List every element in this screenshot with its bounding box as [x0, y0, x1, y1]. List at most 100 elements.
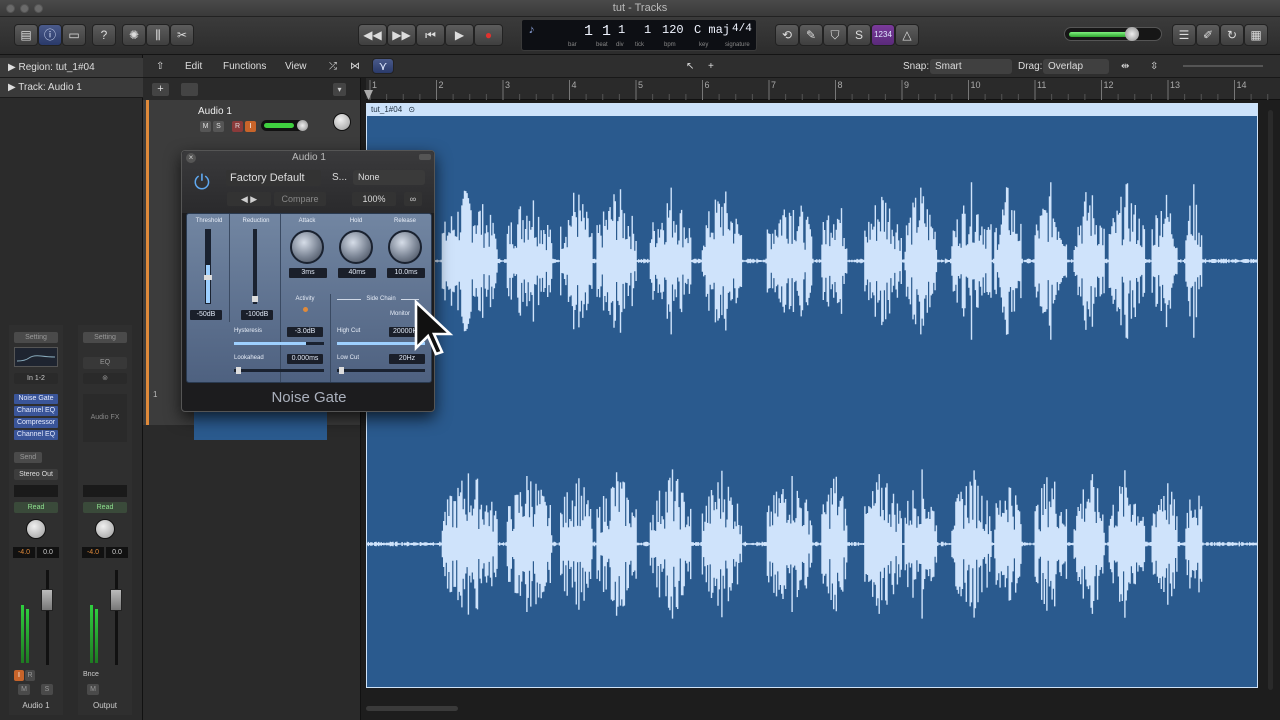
- output-setting-button[interactable]: Setting: [83, 332, 127, 343]
- list-editors-button[interactable]: ☰: [1172, 24, 1196, 46]
- metronome-button[interactable]: △: [895, 24, 919, 46]
- output-volume-fader[interactable]: [110, 589, 122, 611]
- lookahead-value[interactable]: 0.000ms: [287, 354, 323, 364]
- audio-fx-slot[interactable]: Audio FX: [83, 394, 127, 442]
- hysteresis-slider[interactable]: [234, 342, 324, 345]
- vertical-scrollbar[interactable]: [1268, 110, 1273, 690]
- pointer-tool-icon[interactable]: ↖: [686, 61, 694, 72]
- output-pan-knob[interactable]: [95, 519, 115, 539]
- plugin-slot-channel-eq-2[interactable]: Channel EQ: [14, 430, 58, 440]
- track-mute-button[interactable]: M: [200, 121, 211, 132]
- inspector-button[interactable]: ⓘ: [38, 24, 62, 46]
- track-volume-knob[interactable]: [297, 120, 308, 131]
- lcd-tempo[interactable]: 120: [662, 23, 684, 37]
- vertical-zoom-icon[interactable]: ⇳: [1150, 61, 1158, 72]
- side-chain-dropdown[interactable]: None: [353, 170, 425, 185]
- output-link-slot[interactable]: ⊚: [83, 373, 127, 384]
- go-to-beginning-button[interactable]: ⏮: [416, 24, 445, 46]
- flex-button[interactable]: ⋎: [372, 58, 394, 74]
- track-pan-knob[interactable]: [333, 113, 351, 131]
- attack-value[interactable]: 3ms: [289, 268, 327, 278]
- release-knob[interactable]: [388, 230, 422, 264]
- preset-nav-buttons[interactable]: ◀ ▶: [227, 192, 271, 206]
- view-menu[interactable]: View: [285, 61, 307, 72]
- crosshair-tool-icon[interactable]: +: [708, 61, 714, 72]
- output-mute-button[interactable]: M: [87, 684, 99, 695]
- compare-button[interactable]: Compare: [274, 192, 326, 206]
- setting-button[interactable]: Setting: [14, 332, 58, 343]
- volume-fader[interactable]: [41, 589, 53, 611]
- output-group-slot[interactable]: [83, 485, 127, 497]
- library-button[interactable]: ▤: [14, 24, 38, 46]
- notepad-button[interactable]: ✐: [1196, 24, 1220, 46]
- preset-dropdown[interactable]: Factory Default: [226, 170, 321, 186]
- horizontal-scrollbar[interactable]: [366, 706, 458, 711]
- low-cut-handle[interactable]: [339, 367, 344, 374]
- hysteresis-value[interactable]: -3.0dB: [287, 327, 323, 337]
- automation-mode[interactable]: Read: [14, 502, 58, 513]
- replace-button[interactable]: ⛉: [823, 24, 847, 46]
- next-icon[interactable]: ▶: [250, 194, 257, 204]
- functions-menu[interactable]: Functions: [223, 61, 266, 72]
- lookahead-handle[interactable]: [236, 367, 241, 374]
- track-volume-slider[interactable]: [261, 120, 308, 131]
- tuner-button[interactable]: ✎: [799, 24, 823, 46]
- count-in-button[interactable]: 1234: [871, 24, 895, 46]
- help-button[interactable]: ?: [92, 24, 116, 46]
- output-automation-mode[interactable]: Read: [83, 502, 127, 513]
- cycle-button[interactable]: ⟲: [775, 24, 799, 46]
- snap-dropdown[interactable]: Smart: [930, 59, 1012, 74]
- lcd-key[interactable]: C maj: [694, 23, 730, 37]
- threshold-slider[interactable]: [204, 229, 212, 304]
- horizontal-zoom-slider[interactable]: [1183, 65, 1263, 67]
- audio-region[interactable]: tut_1#04 ⊙: [366, 103, 1258, 688]
- browsers-button[interactable]: ▦: [1244, 24, 1268, 46]
- zoom-window-button[interactable]: [34, 4, 43, 13]
- pan-knob[interactable]: [26, 519, 46, 539]
- catch-icon[interactable]: ⤮: [329, 61, 337, 72]
- waveform-zoom-icon[interactable]: ⇹: [1121, 61, 1129, 72]
- solo-button[interactable]: S: [847, 24, 871, 46]
- attack-knob[interactable]: [290, 230, 324, 264]
- link-button[interactable]: ∞: [404, 192, 422, 206]
- release-value[interactable]: 10.0ms: [387, 268, 425, 278]
- plugin-collapse-button[interactable]: [419, 154, 431, 160]
- master-volume-slider[interactable]: [1064, 27, 1162, 41]
- link-icon-toolbar[interactable]: ⋈: [350, 61, 360, 72]
- threshold-handle[interactable]: [204, 275, 212, 280]
- up-arrow-icon[interactable]: ⇧: [156, 61, 164, 72]
- lcd-signature[interactable]: 4/4: [732, 23, 752, 35]
- hold-knob[interactable]: [339, 230, 373, 264]
- lookahead-slider[interactable]: [234, 367, 324, 374]
- plugin-slot-channel-eq[interactable]: Channel EQ: [14, 406, 58, 416]
- bounce-label[interactable]: Bnce: [83, 671, 99, 678]
- record-enable-button[interactable]: R: [25, 670, 35, 681]
- output-eq-slot[interactable]: EQ: [83, 357, 127, 369]
- record-button[interactable]: ●: [474, 24, 503, 46]
- threshold-value[interactable]: -50dB: [190, 310, 222, 320]
- bar-ruler[interactable]: 1 2 3 4 5 6 7 8 9 10 11 12 13 14: [364, 78, 1280, 100]
- high-cut-slider[interactable]: [337, 342, 425, 345]
- reduction-handle[interactable]: [252, 296, 258, 302]
- close-window-button[interactable]: [6, 4, 15, 13]
- input-monitor-button[interactable]: I: [14, 670, 24, 681]
- reduction-value[interactable]: -100dB: [241, 310, 273, 320]
- low-cut-slider[interactable]: [337, 367, 425, 374]
- add-track-button[interactable]: +: [152, 83, 169, 96]
- track-inspector-header[interactable]: ▶ Track: Audio 1: [0, 78, 143, 98]
- track-name[interactable]: Audio 1: [198, 106, 232, 117]
- output-slot[interactable]: Stereo Out: [14, 469, 58, 480]
- group-slot[interactable]: [14, 485, 58, 497]
- rewind-button[interactable]: ◀◀: [358, 24, 387, 46]
- hold-value[interactable]: 40ms: [338, 268, 376, 278]
- loop-browser-button[interactable]: ↻: [1220, 24, 1244, 46]
- global-tracks-button[interactable]: [181, 83, 198, 96]
- minimize-window-button[interactable]: [20, 4, 29, 13]
- track-record-button[interactable]: R: [232, 121, 243, 132]
- editors-button[interactable]: ✂: [170, 24, 194, 46]
- drag-dropdown[interactable]: Overlap: [1043, 59, 1109, 74]
- smart-controls-button[interactable]: ✺: [122, 24, 146, 46]
- region-inspector-header[interactable]: ▶ Region: tut_1#04: [0, 58, 143, 78]
- power-icon[interactable]: ⏻: [194, 172, 210, 195]
- plugin-slot-compressor[interactable]: Compressor: [14, 418, 58, 428]
